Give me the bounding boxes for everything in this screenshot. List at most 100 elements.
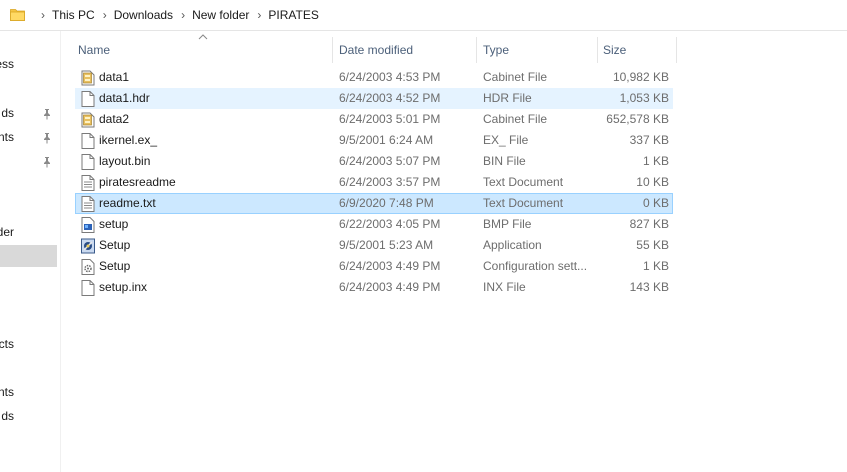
file-icon (81, 133, 95, 149)
file-size: 10 KB (636, 175, 669, 189)
file-date-modified: 6/24/2003 3:57 PM (339, 175, 441, 189)
file-type: Cabinet File (483, 70, 548, 84)
text-file-icon (81, 196, 95, 212)
file-name[interactable]: setup.inx (99, 277, 329, 298)
text-file-icon (81, 175, 95, 191)
config-file-icon (81, 259, 95, 275)
breadcrumb-item[interactable]: PIRATES (268, 8, 318, 22)
file-size: 652,578 KB (606, 112, 669, 126)
column-divider[interactable] (676, 37, 677, 63)
file-name[interactable]: piratesreadme (99, 172, 329, 193)
file-type: Configuration sett... (483, 259, 588, 273)
breadcrumb-item[interactable]: Downloads (114, 8, 173, 22)
file-type: BMP File (483, 217, 532, 231)
file-name[interactable]: layout.bin (99, 151, 329, 172)
file-row[interactable]: ikernel.ex_ 9/5/2001 6:24 AM EX_ File 337 K… (75, 130, 673, 151)
file-row[interactable]: Setup 9/5/2001 5:23 AM Application 55 KB (75, 235, 673, 256)
column-date-header[interactable]: Date modified (335, 37, 413, 63)
file-size: 10,982 KB (612, 70, 669, 84)
nav-item[interactable]: nts (0, 385, 14, 399)
file-date-modified: 9/5/2001 5:23 AM (339, 238, 434, 252)
nav-item[interactable]: ds (0, 106, 14, 120)
file-date-modified: 6/24/2003 4:53 PM (339, 70, 441, 84)
file-row[interactable]: data2 6/24/2003 5:01 PM Cabinet File 652,57… (75, 109, 673, 130)
file-date-modified: 6/24/2003 4:52 PM (339, 91, 441, 105)
file-type: EX_ File (483, 133, 529, 147)
file-size: 827 KB (629, 217, 669, 231)
file-size: 143 KB (629, 280, 669, 294)
nav-item[interactable]: ds (0, 409, 14, 423)
file-type: Application (483, 238, 542, 252)
file-name[interactable]: readme.txt (99, 193, 329, 214)
file-size: 1 KB (642, 259, 669, 273)
file-type: HDR File (483, 91, 532, 105)
nav-item[interactable]: ess (0, 57, 14, 71)
column-divider[interactable] (597, 37, 598, 63)
file-type: BIN File (483, 154, 526, 168)
column-size-header[interactable]: Size (599, 37, 626, 63)
file-date-modified: 6/22/2003 4:05 PM (339, 217, 441, 231)
chevron-right-icon[interactable]: › (41, 8, 45, 22)
file-date-modified: 6/24/2003 5:07 PM (339, 154, 441, 168)
file-name[interactable]: data1.hdr (99, 88, 329, 109)
file-size: 0 KB (642, 196, 669, 210)
file-size: 337 KB (629, 133, 669, 147)
file-name[interactable]: Setup (99, 235, 329, 256)
setup-app-icon (81, 238, 95, 254)
nav-item[interactable]: cts (0, 337, 14, 351)
file-icon (81, 154, 95, 170)
file-list: data1 6/24/2003 4:53 PM Cabinet File 10,982… (75, 67, 673, 298)
file-size: 55 KB (636, 238, 669, 252)
file-name[interactable]: ikernel.ex_ (99, 130, 329, 151)
file-name[interactable]: Setup (99, 256, 329, 277)
address-bar[interactable]: › This PC › Downloads › New folder › PIRATES (0, 0, 847, 31)
file-type: Text Document (483, 196, 564, 210)
file-row[interactable]: layout.bin 6/24/2003 5:07 PM BIN File 1 KB (75, 151, 673, 172)
chevron-right-icon[interactable]: › (103, 8, 107, 22)
column-divider[interactable] (332, 37, 333, 63)
file-date-modified: 6/24/2003 4:49 PM (339, 259, 441, 273)
chevron-right-icon[interactable]: › (181, 8, 185, 22)
file-name[interactable]: setup (99, 214, 329, 235)
nav-item[interactable]: der (0, 225, 14, 239)
file-icon (81, 91, 95, 107)
column-header: Name Date modified Type Size (62, 34, 682, 63)
file-name[interactable]: data1 (99, 67, 329, 88)
column-type-header[interactable]: Type (479, 37, 509, 63)
file-type: INX File (483, 280, 526, 294)
cabinet-icon (81, 70, 95, 86)
file-name[interactable]: data2 (99, 109, 329, 130)
file-type: Text Document (483, 175, 564, 189)
pin-icon[interactable] (42, 156, 52, 168)
nav-item[interactable]: nts (0, 130, 14, 144)
file-size: 1,053 KB (619, 91, 669, 105)
column-name-header[interactable]: Name (74, 37, 110, 63)
file-size: 1 KB (642, 154, 669, 168)
file-date-modified: 6/24/2003 4:49 PM (339, 280, 441, 294)
file-row[interactable]: setup.inx 6/24/2003 4:49 PM INX File 143 KB (75, 277, 673, 298)
file-row[interactable]: readme.txt 6/9/2020 7:48 PM Text Document 0… (75, 193, 673, 214)
breadcrumb: › This PC › Downloads › New folder › PIRATES (33, 8, 319, 22)
pin-icon[interactable] (42, 132, 52, 144)
navigation-pane: ess ds nts der cts nts ds (0, 31, 61, 472)
file-icon (81, 280, 95, 296)
file-date-modified: 9/5/2001 6:24 AM (339, 133, 434, 147)
file-row[interactable]: setup 6/22/2003 4:05 PM BMP File 827 KB (75, 214, 673, 235)
file-date-modified: 6/24/2003 5:01 PM (339, 112, 441, 126)
sort-ascending-icon[interactable] (198, 33, 208, 41)
file-row[interactable]: Setup 6/24/2003 4:49 PM Configuration sett… (75, 256, 673, 277)
cabinet-icon (81, 112, 95, 128)
file-row[interactable]: piratesreadme 6/24/2003 3:57 PM Text Docum… (75, 172, 673, 193)
folder-icon (10, 9, 25, 21)
nav-selected-highlight (0, 245, 57, 267)
breadcrumb-item[interactable]: This PC (52, 8, 95, 22)
file-row[interactable]: data1.hdr 6/24/2003 4:52 PM HDR File 1,053 … (75, 88, 673, 109)
column-divider[interactable] (476, 37, 477, 63)
chevron-right-icon[interactable]: › (257, 8, 261, 22)
file-row[interactable]: data1 6/24/2003 4:53 PM Cabinet File 10,982… (75, 67, 673, 88)
file-type: Cabinet File (483, 112, 548, 126)
file-date-modified: 6/9/2020 7:48 PM (339, 196, 434, 210)
bitmap-icon (81, 217, 95, 233)
pin-icon[interactable] (42, 108, 52, 120)
breadcrumb-item[interactable]: New folder (192, 8, 249, 22)
